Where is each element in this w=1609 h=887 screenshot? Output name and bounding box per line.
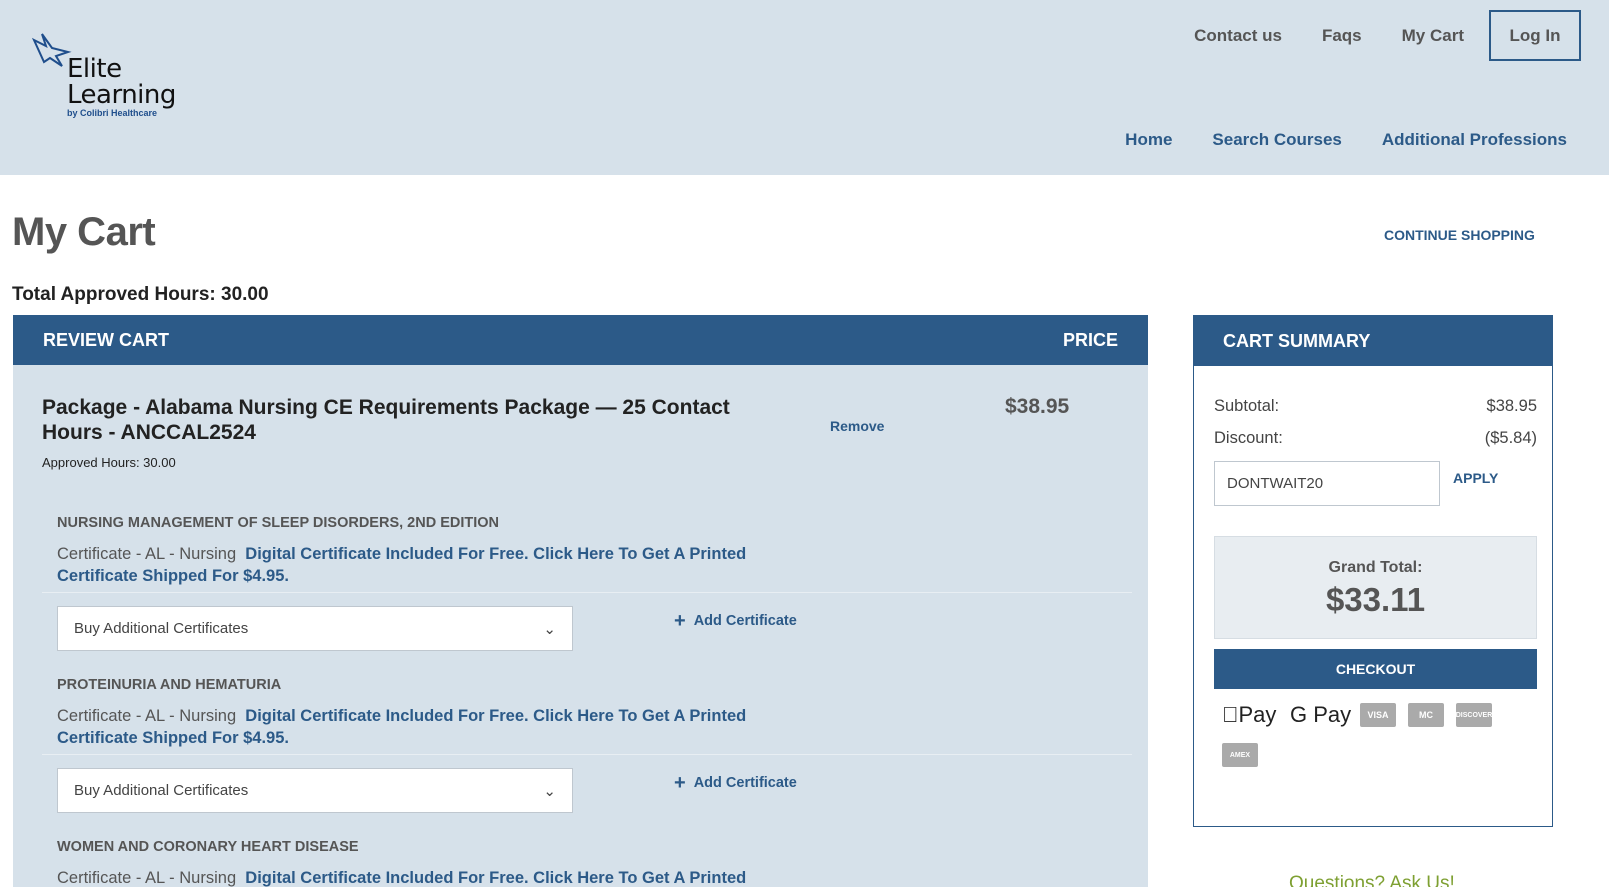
certificate-label: Certificate - AL - Nursing <box>57 869 237 887</box>
chevron-down-icon: ⌄ <box>543 782 556 800</box>
price-column-title: PRICE <box>1062 329 1118 350</box>
subtotal-row: Subtotal: $38.95 <box>1214 397 1537 416</box>
checkout-button[interactable]: CHECKOUT <box>1214 649 1537 689</box>
site-header: Elite Learning by Colibri Healthcare Con… <box>0 0 1609 175</box>
add-certificate-button[interactable]: + Add Certificate <box>674 772 797 795</box>
apply-button[interactable]: APPLY <box>1453 470 1498 486</box>
grand-total-label: Grand Total: <box>1328 559 1423 576</box>
main-nav: Home Search Courses Additional Professio… <box>1085 130 1567 150</box>
questions-ask-us-link[interactable]: Questions? Ask Us! <box>1289 873 1455 887</box>
course-title: PROTEINURIA AND HEMATURIA <box>57 677 282 693</box>
discover-icon: DISCOVER <box>1456 701 1492 729</box>
additional-certificates-select[interactable]: Buy Additional Certificates ⌄ <box>57 606 573 651</box>
course-title: WOMEN AND CORONARY HEART DISEASE <box>57 839 359 855</box>
package-price: $38.95 <box>1005 395 1070 418</box>
cart-summary-header: CART SUMMARY <box>1194 316 1552 366</box>
grand-total-value: $33.11 <box>1325 581 1426 618</box>
total-approved-hours: Total Approved Hours: 30.00 <box>12 284 269 305</box>
apple-pay-label: Pay <box>1222 702 1277 727</box>
package-approved-hours: Approved Hours: 30.00 <box>42 455 176 470</box>
visa-label: VISA <box>1360 703 1396 727</box>
select-value: Buy Additional Certificates <box>74 620 249 637</box>
printed-certificate-link[interactable]: Digital Certificate Included For Free. C… <box>245 869 746 887</box>
review-cart-title: REVIEW CART <box>43 329 169 350</box>
discount-row: Discount: ($5.84) <box>1214 429 1537 448</box>
chevron-down-icon: ⌄ <box>543 620 556 638</box>
apple-pay-icon: Pay <box>1222 701 1276 729</box>
certificate-label: Certificate - AL - Nursing <box>57 707 237 725</box>
course-title: NURSING MANAGEMENT OF SLEEP DISORDERS, 2… <box>57 515 500 531</box>
top-nav: Contact us Faqs My Cart Log In <box>1154 10 1581 61</box>
search-courses-link[interactable]: Search Courses <box>1212 130 1341 150</box>
grand-total-box: Grand Total: $33.11 <box>1214 536 1537 639</box>
divider <box>42 592 1132 593</box>
course-item: PROTEINURIA AND HEMATURIA Certificate - … <box>42 677 1147 813</box>
continue-shopping-link[interactable]: CONTINUE SHOPPING <box>1384 227 1535 243</box>
visa-icon: VISA <box>1360 701 1396 729</box>
additional-certificates-select[interactable]: Buy Additional Certificates ⌄ <box>57 768 573 813</box>
faqs-link[interactable]: Faqs <box>1322 26 1362 46</box>
add-certificate-button[interactable]: + Add Certificate <box>674 610 797 633</box>
amex-icon: AMEX <box>1222 741 1258 769</box>
select-value: Buy Additional Certificates <box>74 782 249 799</box>
elite-learning-logo[interactable]: Elite Learning by Colibri Healthcare <box>32 32 176 122</box>
review-cart-panel: REVIEW CART PRICE Package - Alabama Nurs… <box>13 315 1148 887</box>
google-pay-label: G Pay <box>1290 702 1352 727</box>
plus-icon: + <box>674 610 686 632</box>
add-certificate-label: Add Certificate <box>693 613 797 629</box>
review-cart-header: REVIEW CART PRICE <box>13 315 1148 365</box>
login-button[interactable]: Log In <box>1489 10 1581 61</box>
logo-line-1: Elite <box>67 54 122 84</box>
course-item: NURSING MANAGEMENT OF SLEEP DISORDERS, 2… <box>42 515 1147 651</box>
subtotal-value: $38.95 <box>1486 397 1537 415</box>
course-item: WOMEN AND CORONARY HEART DISEASE Certifi… <box>57 839 1147 887</box>
subtotal-label: Subtotal: <box>1214 397 1280 415</box>
certificate-label: Certificate - AL - Nursing <box>57 545 237 563</box>
plus-icon: + <box>674 772 686 794</box>
certificate-line: Certificate - AL - Nursing Digital Certi… <box>57 867 757 887</box>
certificate-line: Certificate - AL - Nursing Digital Certi… <box>57 705 757 749</box>
package-title: Package - Alabama Nursing CE Requirement… <box>42 396 730 444</box>
mastercard-label: MC <box>1408 703 1444 727</box>
add-certificate-label: Add Certificate <box>693 775 797 791</box>
mastercard-icon: MC <box>1408 701 1444 729</box>
discount-label: Discount: <box>1214 429 1283 447</box>
my-cart-link[interactable]: My Cart <box>1402 26 1464 46</box>
discount-value: ($5.84) <box>1484 429 1537 447</box>
cart-summary-panel: CART SUMMARY Subtotal: $38.95 Discount: … <box>1193 315 1553 827</box>
amex-label: AMEX <box>1222 743 1258 767</box>
logo-line-3: by Colibri Healthcare <box>67 108 158 118</box>
google-pay-icon: G Pay <box>1290 701 1351 729</box>
divider <box>42 754 1132 755</box>
logo-line-2: Learning <box>67 80 176 110</box>
discount-code-input[interactable]: DONTWAIT20 <box>1214 461 1440 506</box>
certificate-line: Certificate - AL - Nursing Digital Certi… <box>57 543 757 587</box>
home-link[interactable]: Home <box>1125 130 1172 150</box>
contact-us-link[interactable]: Contact us <box>1194 26 1282 46</box>
remove-button[interactable]: Remove <box>830 418 884 434</box>
additional-professions-link[interactable]: Additional Professions <box>1382 130 1567 150</box>
discover-label: DISCOVER <box>1456 703 1492 727</box>
page-title: My Cart <box>12 210 156 254</box>
